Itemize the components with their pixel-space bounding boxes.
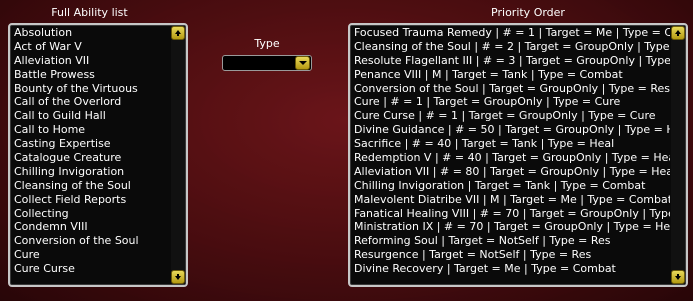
ability-list-item[interactable]: Chilling Invigoration: [14, 165, 170, 179]
priority-list-item[interactable]: Redemption V | # = 40 | Target = GroupOn…: [354, 151, 670, 165]
ability-list-item[interactable]: Cleansing of the Soul: [14, 179, 170, 193]
ability-list-item[interactable]: Casting Expertise: [14, 137, 170, 151]
full-ability-scrollbar[interactable]: [171, 26, 185, 284]
priority-list-item[interactable]: Sacrifice | # = 40 | Target = Tank | Typ…: [354, 137, 670, 151]
priority-list-item[interactable]: Resolute Flagellant III | # = 3 | Target…: [354, 54, 670, 68]
priority-list-item[interactable]: Penance VIII | M | Target = Tank | Type …: [354, 68, 670, 82]
priority-order-items: Focused Trauma Remedy | # = 1 | Target =…: [354, 26, 670, 283]
priority-list-item[interactable]: Malevolent Diatribe VII | M | Target = M…: [354, 193, 670, 207]
priority-list-item[interactable]: Cure | # = 1 | Target = GroupOnly | Type…: [354, 95, 670, 109]
type-label: Type: [254, 37, 280, 50]
ability-list-item[interactable]: Call to Guild Hall: [14, 109, 170, 123]
full-ability-list-title: Full Ability list: [51, 6, 128, 19]
full-ability-list[interactable]: Absolution Act of War V Alleviation VII Bat…: [8, 23, 188, 287]
ability-list-item[interactable]: Collecting: [14, 207, 170, 221]
ability-list-item[interactable]: Absolution: [14, 26, 170, 40]
ability-list-item[interactable]: Cure Curse: [14, 262, 170, 276]
ability-list-item[interactable]: Catalogue Creature: [14, 151, 170, 165]
type-dropdown[interactable]: [222, 55, 312, 71]
ability-list-item[interactable]: Condemn VIII: [14, 220, 170, 234]
priority-order-list[interactable]: Focused Trauma Remedy | # = 1 | Target =…: [348, 23, 688, 287]
priority-list-item[interactable]: Reforming Soul | Target = NotSelf | Type…: [354, 234, 670, 248]
priority-list-item[interactable]: Resurgence | Target = NotSelf | Type = R…: [354, 248, 670, 262]
ability-list-item[interactable]: Act of War V: [14, 40, 170, 54]
ability-list-item[interactable]: Bounty of the Virtuous: [14, 82, 170, 96]
priority-list-item[interactable]: Focused Trauma Remedy | # = 1 | Target =…: [354, 26, 670, 40]
full-ability-list-items: Absolution Act of War V Alleviation VII Bat…: [14, 26, 170, 283]
arrow-down-icon[interactable]: [671, 270, 685, 284]
priority-list-item[interactable]: Divine Guidance | # = 50 | Target = Grou…: [354, 123, 670, 137]
priority-list-item[interactable]: Divine Recovery | Target = Me | Type = C…: [354, 262, 670, 276]
priority-list-item[interactable]: Conversion of the Soul | Target = GroupO…: [354, 82, 670, 96]
priority-list-item[interactable]: Cleansing of the Soul | # = 2 | Target =…: [354, 40, 670, 54]
priority-list-item[interactable]: Cure Curse | # = 1 | Target = GroupOnly …: [354, 109, 670, 123]
priority-list-item[interactable]: Ministration IX | # = 70 | Target = Grou…: [354, 220, 670, 234]
arrow-down-icon[interactable]: [171, 270, 185, 284]
arrow-up-icon[interactable]: [671, 26, 685, 40]
chevron-down-icon[interactable]: [295, 56, 310, 70]
ability-list-item[interactable]: Call to Home: [14, 123, 170, 137]
priority-order-scrollbar[interactable]: [671, 26, 685, 284]
ability-list-item[interactable]: Battle Prowess: [14, 68, 170, 82]
priority-list-item[interactable]: Alleviation VII | # = 80 | Target = Grou…: [354, 165, 670, 179]
priority-list-item[interactable]: Chilling Invigoration | Target = Tank | …: [354, 179, 670, 193]
ability-list-item[interactable]: Collect Field Reports: [14, 193, 170, 207]
ability-list-item[interactable]: Alleviation VII: [14, 54, 170, 68]
ability-list-item[interactable]: Conversion of the Soul: [14, 234, 170, 248]
priority-order-title: Priority Order: [491, 6, 565, 19]
ability-list-item[interactable]: Cure: [14, 248, 170, 262]
arrow-up-icon[interactable]: [171, 26, 185, 40]
priority-list-item[interactable]: Fanatical Healing VIII | # = 70 | Target…: [354, 207, 670, 221]
ability-list-item[interactable]: Call of the Overlord: [14, 95, 170, 109]
